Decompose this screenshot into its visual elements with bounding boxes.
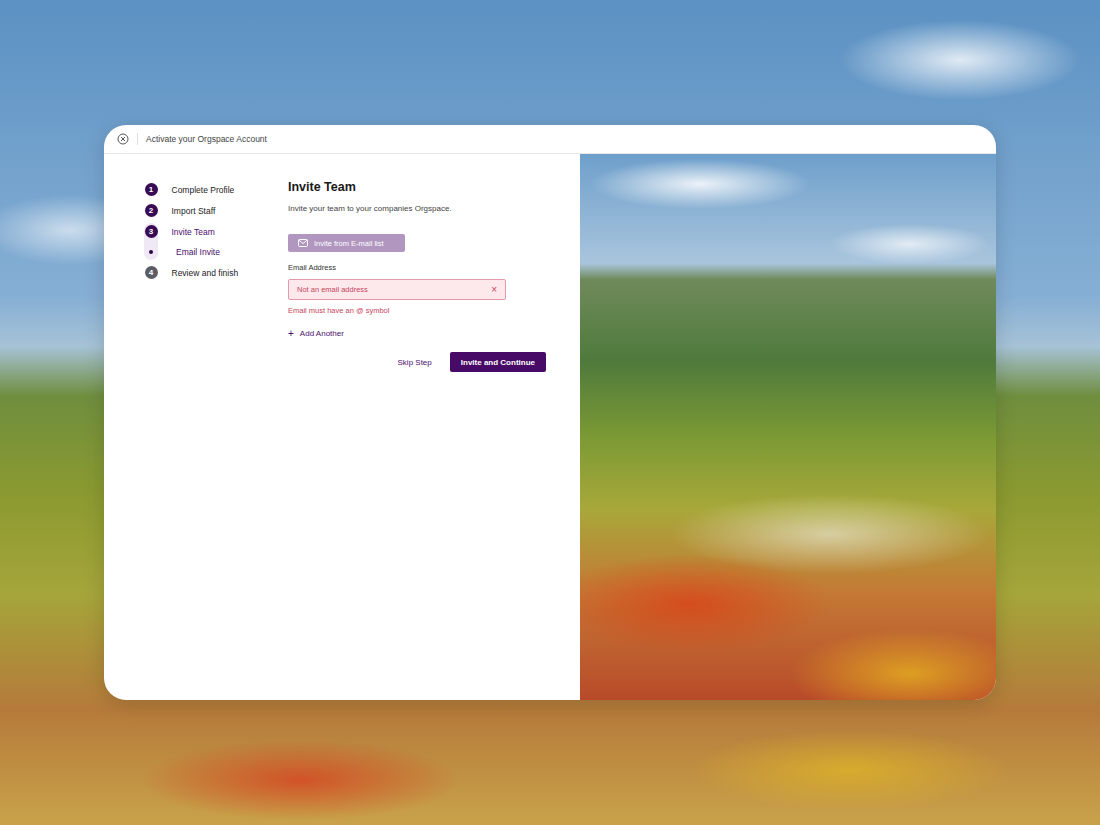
step-label: Review and finish <box>172 268 239 278</box>
step-item[interactable]: 2 Import Staff <box>144 204 288 217</box>
step-label: Invite Team <box>172 227 215 237</box>
step-item[interactable]: 1 Complete Profile <box>144 183 288 196</box>
step-number: 4 <box>145 266 158 279</box>
form-description: Invite your team to your companies Orgsp… <box>288 204 452 213</box>
add-another-label: Add Another <box>300 329 344 338</box>
invite-continue-button[interactable]: Invite and Continue <box>450 352 546 372</box>
step-group: 4 Review and finish <box>144 266 288 279</box>
form-title: Invite Team <box>288 180 356 194</box>
form-actions: Skip Step Invite and Continue <box>288 352 550 372</box>
input-value: Not an email address <box>297 285 368 294</box>
skip-step-button[interactable]: Skip Step <box>394 358 436 367</box>
error-message: Email must have an @ symbol <box>288 306 389 315</box>
header-divider <box>137 133 138 145</box>
dialog-header: Activate your Orgspace Account <box>104 125 996 154</box>
step-number: 1 <box>145 183 158 196</box>
step-label: Import Staff <box>172 206 216 216</box>
onboarding-dialog: Activate your Orgspace Account 1 Complet… <box>104 125 996 700</box>
dialog-body: 1 Complete Profile 2 Import Staff 3 Invi… <box>104 154 996 700</box>
email-input[interactable]: Not an email address × <box>288 279 506 300</box>
envelope-icon <box>298 239 308 247</box>
substep-label: Email Invite <box>176 247 220 257</box>
add-another-button[interactable]: + Add Another <box>288 328 344 339</box>
step-number: 2 <box>145 204 158 217</box>
invite-form: Invite Team Invite your team to your com… <box>288 154 580 700</box>
substep-dot <box>149 250 153 254</box>
substep-item[interactable]: Email Invite <box>144 245 288 258</box>
close-circle-icon[interactable] <box>117 133 129 145</box>
stepper: 1 Complete Profile 2 Import Staff 3 Invi… <box>144 154 288 700</box>
step-number: 3 <box>145 225 158 238</box>
step-group: 3 Invite Team Email Invite <box>144 225 288 258</box>
step-item[interactable]: 4 Review and finish <box>144 266 288 279</box>
page-background: Activate your Orgspace Account 1 Complet… <box>0 0 1100 825</box>
content-pane: 1 Complete Profile 2 Import Staff 3 Invi… <box>104 154 580 700</box>
landscape-photo <box>580 154 996 700</box>
clear-icon[interactable]: × <box>491 284 497 295</box>
dialog-title: Activate your Orgspace Account <box>146 134 267 144</box>
step-item[interactable]: 3 Invite Team <box>144 225 288 238</box>
step-group: 2 Import Staff <box>144 204 288 217</box>
field-label: Email Address <box>288 263 336 272</box>
step-group: 1 Complete Profile <box>144 183 288 196</box>
plus-icon: + <box>288 328 294 339</box>
import-email-list-button[interactable]: Invite from E-mail list <box>288 234 405 252</box>
step-label: Complete Profile <box>172 185 235 195</box>
